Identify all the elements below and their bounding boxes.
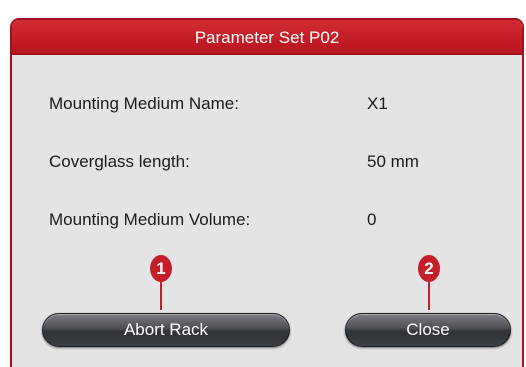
parameter-value: 50 mm: [367, 152, 419, 171]
parameter-row-mounting-medium-name: Mounting Medium Name: X1: [12, 91, 522, 117]
callout-number: 2: [418, 255, 440, 282]
screen: Parameter Set P02 Mounting Medium Name: …: [0, 0, 526, 367]
abort-rack-button[interactable]: Abort Rack: [42, 313, 290, 347]
parameter-row-coverglass-length: Coverglass length: 50 mm: [12, 149, 522, 175]
parameter-value: 0: [367, 210, 377, 229]
parameter-set-dialog: Parameter Set P02 Mounting Medium Name: …: [10, 18, 524, 367]
callout-line: [160, 282, 162, 310]
parameter-row-mounting-medium-volume: Mounting Medium Volume: 0: [12, 207, 522, 233]
callout-number: 1: [150, 255, 172, 282]
parameter-value: X1: [367, 94, 388, 113]
parameter-label: Mounting Medium Volume:: [49, 210, 251, 229]
callout-line: [428, 282, 430, 310]
close-button[interactable]: Close: [345, 313, 511, 347]
dialog-title: Parameter Set P02: [12, 20, 522, 55]
parameter-label: Coverglass length:: [49, 152, 190, 171]
parameter-label: Mounting Medium Name:: [49, 94, 239, 113]
